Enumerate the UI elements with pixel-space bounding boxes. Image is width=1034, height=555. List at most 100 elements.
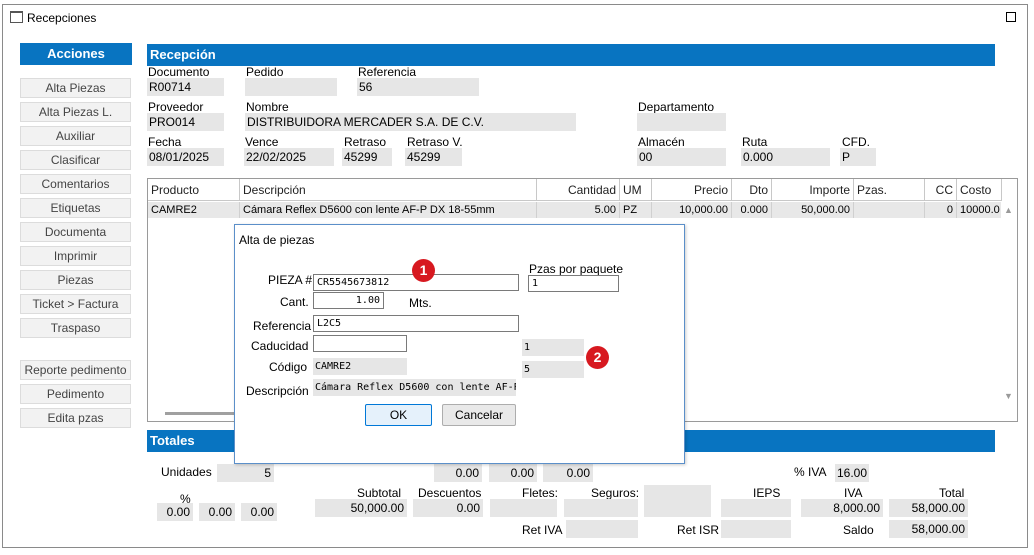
referencia-field[interactable]: 56 (357, 78, 479, 96)
grid-cell-5[interactable]: 0.000 (732, 202, 772, 218)
sidebar-button-9[interactable]: Ticket > Factura (20, 294, 131, 314)
otros-field[interactable] (644, 485, 711, 517)
cfd-field[interactable]: P (840, 148, 876, 166)
total-v3[interactable]: 0.00 (543, 464, 593, 482)
grid-cell-9[interactable]: 10000.0 (957, 202, 1002, 218)
grid-header-2[interactable]: Cantidad (537, 179, 620, 201)
sidebar-button-extra-1[interactable]: Pedimento (20, 384, 131, 404)
grid-header-9[interactable]: Costo (957, 179, 1002, 201)
grid-header-6[interactable]: Importe (772, 179, 854, 201)
total-v2[interactable]: 0.00 (489, 464, 537, 482)
sidebar-button-extra-2[interactable]: Edita pzas (20, 408, 131, 428)
grid-cell-6[interactable]: 50,000.00 (772, 202, 854, 218)
proveedor-field[interactable]: PRO014 (147, 113, 224, 131)
window-title: Recepciones (27, 11, 97, 25)
cancelar-button[interactable]: Cancelar (442, 404, 516, 426)
grid-header-0[interactable]: Producto (148, 179, 240, 201)
ruta-field[interactable]: 0.000 (741, 148, 830, 166)
iva-label: IVA (844, 486, 863, 500)
alta-piezas-dialog: Alta de piezas PIEZA # CR5545673812 Pzas… (234, 224, 685, 464)
fecha-label: Fecha (148, 135, 182, 149)
codigo-field: CAMRE2 (313, 358, 407, 375)
ieps-field[interactable] (721, 499, 791, 517)
sidebar-button-8[interactable]: Piezas (20, 270, 131, 290)
sidebar-button-3[interactable]: Clasificar (20, 150, 131, 170)
pct-field-3[interactable]: 0.00 (241, 503, 277, 521)
total-field[interactable]: 58,000.00 (889, 499, 968, 517)
retraso-label: Retraso (344, 135, 387, 149)
pedido-field[interactable] (245, 78, 337, 96)
grid-hscroll-thumb[interactable] (165, 412, 245, 415)
unidades-field[interactable]: 5 (217, 464, 274, 482)
nombre-field[interactable]: DISTRIBUIDORA MERCADER S.A. DE C.V. (245, 113, 576, 131)
fecha-field[interactable]: 08/01/2025 (147, 148, 224, 166)
ret-iva-label: Ret IVA (522, 523, 563, 537)
retraso-field[interactable]: 45299 (342, 148, 392, 166)
fletes-field[interactable] (490, 499, 557, 517)
pieza-label: PIEZA # (268, 273, 313, 287)
sidebar-button-1[interactable]: Alta Piezas L. (20, 102, 131, 122)
fletes-label: Fletes: (522, 486, 559, 500)
grid-cell-1[interactable]: Cámara Reflex D5600 con lente AF-P DX 18… (240, 202, 537, 218)
sidebar-button-5[interactable]: Etiquetas (20, 198, 131, 218)
proveedor-label: Proveedor (148, 100, 204, 114)
pct-field-1[interactable]: 0.00 (157, 503, 193, 521)
ret-isr-field[interactable] (721, 520, 791, 538)
grid-header-3[interactable]: UM (620, 179, 652, 201)
grid-header-1[interactable]: Descripción (240, 179, 537, 201)
subtotal-field[interactable]: 50,000.00 (315, 499, 407, 517)
ret-iva-field[interactable] (566, 520, 638, 538)
grid-header-7[interactable]: Pzas. (854, 179, 925, 201)
total-v1[interactable]: 0.00 (434, 464, 482, 482)
saldo-field[interactable]: 58,000.00 (889, 520, 968, 538)
retraso-v-label: Retraso V. (407, 135, 463, 149)
cant-input[interactable]: 1.00 (313, 292, 384, 309)
grid-header-4[interactable]: Precio (652, 179, 732, 201)
departamento-field[interactable] (637, 113, 726, 131)
pzas-paquete-input[interactable]: 1 (528, 275, 619, 292)
grid-cell-4[interactable]: 10,000.00 (652, 202, 732, 218)
documento-field[interactable]: R00714 (147, 78, 224, 96)
grid-cell-0[interactable]: CAMRE2 (148, 202, 240, 218)
iva-field[interactable]: 8,000.00 (801, 499, 883, 517)
referencia-input[interactable]: L2C5 (313, 315, 519, 332)
retraso-v-field[interactable]: 45299 (405, 148, 462, 166)
vence-field[interactable]: 22/02/2025 (244, 148, 334, 166)
caducidad-input[interactable] (313, 335, 407, 352)
sidebar-button-4[interactable]: Comentarios (20, 174, 131, 194)
scroll-up-icon[interactable]: ▲ (1004, 205, 1013, 215)
seguros-label: Seguros: (591, 486, 640, 500)
grid-scrollbar[interactable]: ▲ ▼ (1001, 201, 1017, 421)
vence-label: Vence (245, 135, 279, 149)
grid-header-8[interactable]: CC (925, 179, 957, 201)
grid-cell-7[interactable] (854, 202, 925, 218)
grid-cell-8[interactable]: 0 (925, 202, 957, 218)
sidebar-button-extra-0[interactable]: Reporte pedimento (20, 360, 131, 380)
maximize-icon[interactable] (1006, 12, 1016, 22)
extra-field-1: 1 (522, 339, 584, 356)
seguros-field[interactable] (564, 499, 638, 517)
codigo-label: Código (269, 360, 308, 374)
pedido-label: Pedido (246, 65, 284, 79)
ok-button[interactable]: OK (365, 404, 432, 426)
pzas-paquete-label: Pzas por paquete (529, 262, 624, 276)
grid-cell-2[interactable]: 5.00 (537, 202, 620, 218)
caducidad-label: Caducidad (251, 339, 309, 353)
scroll-down-icon[interactable]: ▼ (1004, 391, 1013, 401)
almacen-field[interactable]: 00 (637, 148, 726, 166)
pct-field-2[interactable]: 0.00 (199, 503, 235, 521)
sidebar-button-7[interactable]: Imprimir (20, 246, 131, 266)
documento-label: Documento (148, 65, 210, 79)
recepcion-header: Recepción (147, 44, 995, 66)
descuentos-field[interactable]: 0.00 (413, 499, 483, 517)
cfd-label: CFD. (842, 135, 870, 149)
iva-pct-field[interactable]: 16.00 (835, 464, 869, 482)
grid-header-5[interactable]: Dto (732, 179, 772, 201)
sidebar-button-10[interactable]: Traspaso (20, 318, 131, 338)
sidebar-button-6[interactable]: Documenta (20, 222, 131, 242)
referencia-label: Referencia (358, 65, 417, 79)
grid-cell-3[interactable]: PZ (620, 202, 652, 218)
sidebar-button-0[interactable]: Alta Piezas (20, 78, 131, 98)
sidebar-button-2[interactable]: Auxiliar (20, 126, 131, 146)
annotation-badge-1: 1 (412, 259, 435, 282)
